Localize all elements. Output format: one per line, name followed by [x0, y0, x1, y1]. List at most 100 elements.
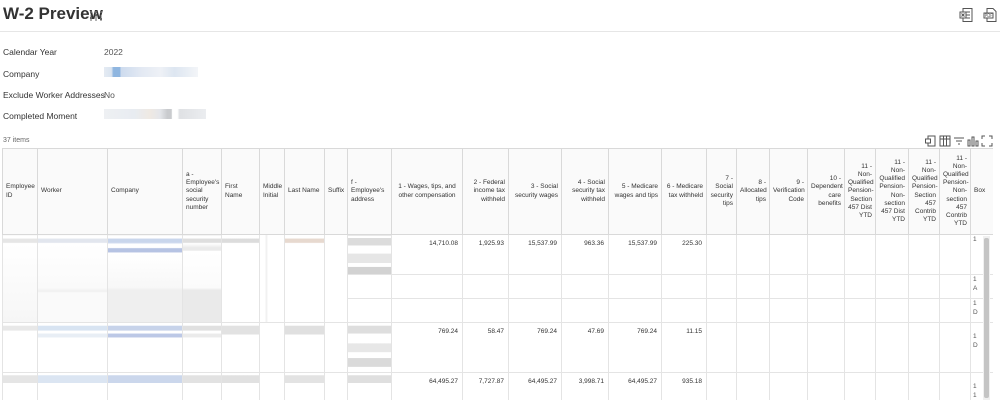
box8-cell — [736, 372, 770, 400]
worker-cell-redacted[interactable] — [37, 322, 108, 373]
table-header-row: Employee ID Worker Company a - Employee'… — [2, 148, 993, 235]
box1-cell: 64,495.27 — [391, 372, 463, 400]
box10-cell — [807, 234, 845, 275]
column-header[interactable]: 2 - Federal income tax withheld — [462, 148, 509, 235]
address-cell — [347, 298, 392, 323]
box3-cell: 769.24 — [508, 322, 562, 373]
column-header[interactable]: Worker — [37, 148, 108, 235]
table-row[interactable]: 769.24 58.47 769.24 47.69 769.24 11.15 1… — [2, 322, 993, 373]
company-cell-redacted[interactable] — [107, 322, 183, 373]
box5-cell: 64,495.27 — [608, 372, 662, 400]
box9-cell — [769, 298, 808, 323]
w2-grid: Employee ID Worker Company a - Employee'… — [2, 148, 993, 400]
table-export-excel-icon[interactable] — [925, 135, 937, 147]
column-header[interactable]: 8 - Allocated tips — [736, 148, 770, 235]
column-header[interactable]: Employee ID — [2, 148, 38, 235]
table-row[interactable]: 14,710.08 1,925.93 15,537.99 963.36 15,5… — [2, 234, 993, 323]
table-fullscreen-icon[interactable] — [981, 135, 993, 147]
page-header: W-2 Preview PDF — [0, 0, 1000, 32]
box9-cell — [769, 274, 808, 299]
worker-cell-redacted[interactable] — [37, 372, 108, 400]
company-cell-redacted[interactable] — [107, 234, 183, 323]
box5-cell — [608, 298, 662, 323]
page-title: W-2 Preview — [3, 4, 103, 23]
table-columns-icon[interactable] — [939, 135, 951, 147]
box8-cell — [736, 322, 770, 373]
box6-cell — [661, 274, 707, 299]
column-header[interactable]: Suffix — [324, 148, 348, 235]
company-value-redacted — [104, 67, 198, 77]
address-cell-redacted — [347, 372, 392, 400]
column-header[interactable]: 5 - Medicare wages and tips — [608, 148, 662, 235]
ssn-cell-redacted — [182, 372, 222, 400]
box4-cell — [561, 274, 609, 299]
column-header[interactable]: 11 - Non-Qualified Pension-Non-section 4… — [939, 148, 971, 235]
box8-cell — [736, 234, 770, 275]
ssn-cell-redacted — [182, 234, 222, 323]
employee-id-cell-redacted — [2, 372, 38, 400]
box10-cell — [807, 298, 845, 323]
exclude-addresses-label: Exclude Worker Addresses — [3, 90, 105, 100]
employee-id-cell-redacted — [2, 234, 38, 323]
box11-cell — [908, 234, 940, 275]
column-header[interactable]: 9 - Verification Code — [769, 148, 808, 235]
company-cell-redacted[interactable] — [107, 372, 183, 400]
box11-cell — [875, 234, 909, 275]
box10-cell — [807, 372, 845, 400]
column-header[interactable]: 11 - Non-Qualified Pension-Section 457 C… — [908, 148, 940, 235]
box2-cell: 1,925.93 — [462, 234, 509, 275]
column-header[interactable]: First Name — [221, 148, 260, 235]
column-header[interactable]: 11 - Non-Qualified Pension-Non-section 4… — [875, 148, 909, 235]
column-header[interactable]: a - Employee's social security number — [182, 148, 222, 235]
box4-cell: 963.36 — [561, 234, 609, 275]
column-header[interactable]: Box — [970, 148, 993, 235]
box3-cell — [508, 274, 562, 299]
exclude-addresses-value: No — [104, 90, 115, 100]
box8-cell — [736, 298, 770, 323]
column-header[interactable]: 3 - Social security wages — [508, 148, 562, 235]
column-header[interactable]: 11 - Non-Qualified Pension-Section 457 D… — [844, 148, 876, 235]
table-row[interactable]: 64,495.27 7,727.87 64,495.27 3,998.71 64… — [2, 372, 993, 400]
column-header[interactable]: f - Employee's address — [347, 148, 392, 235]
column-header[interactable]: 7 - Social security tips — [706, 148, 737, 235]
table-filter-icon[interactable] — [953, 135, 965, 147]
box6-cell — [661, 298, 707, 323]
column-header[interactable]: 4 - Social security tax withheld — [561, 148, 609, 235]
box7-cell — [706, 372, 737, 400]
column-header[interactable]: Company — [107, 148, 183, 235]
box9-cell — [769, 322, 808, 373]
worker-cell-redacted[interactable] — [37, 234, 108, 323]
box10-cell — [807, 322, 845, 373]
box11-cell — [939, 298, 971, 323]
completed-moment-value-redacted — [104, 109, 206, 119]
box11-cell — [939, 372, 971, 400]
box2-cell: 7,727.87 — [462, 372, 509, 400]
box1-cell — [391, 274, 463, 299]
box6-cell: 935.18 — [661, 372, 707, 400]
address-cell — [347, 274, 392, 299]
column-header[interactable]: 10 - Dependent care benefits — [807, 148, 845, 235]
completed-moment-label: Completed Moment — [3, 111, 78, 121]
ssn-cell-redacted — [182, 322, 222, 373]
vertical-scrollbar[interactable] — [983, 236, 990, 400]
box3-cell: 64,495.27 — [508, 372, 562, 400]
middle-initial-cell — [259, 234, 285, 323]
column-header[interactable]: Last Name — [284, 148, 325, 235]
export-pdf-icon[interactable]: PDF — [983, 7, 999, 23]
box4-cell: 3,998.71 — [561, 372, 609, 400]
export-excel-icon[interactable] — [959, 7, 975, 23]
box8-cell — [736, 274, 770, 299]
box7-cell — [706, 274, 737, 299]
column-header[interactable]: 6 - Medicare tax withheld — [661, 148, 707, 235]
table-chart-icon[interactable] — [967, 135, 979, 147]
column-header[interactable]: Middle Initial — [259, 148, 285, 235]
box11-cell — [875, 322, 909, 373]
box9-cell — [769, 372, 808, 400]
column-header[interactable]: 1 - Wages, tips, and other compensation — [391, 148, 463, 235]
box7-cell — [706, 234, 737, 275]
suffix-cell — [324, 372, 348, 400]
scrollbar-thumb[interactable] — [984, 238, 989, 398]
box5-cell: 15,537.99 — [608, 234, 662, 275]
calendar-year-label: Calendar Year — [3, 47, 57, 57]
related-actions-icon[interactable] — [89, 9, 103, 23]
